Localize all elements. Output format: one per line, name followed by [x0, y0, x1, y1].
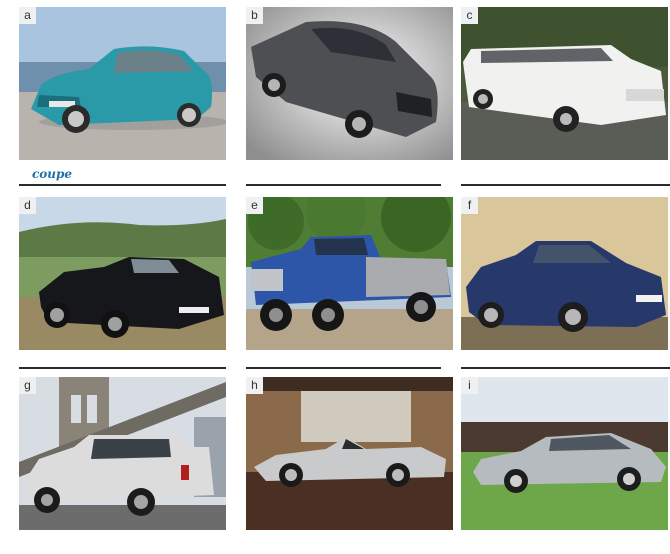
card-letter-b: b — [246, 7, 263, 24]
car-photo-d: d — [19, 197, 226, 350]
car-photo-e: e — [246, 197, 453, 350]
card-letter-g: g — [19, 377, 36, 394]
divider-row-2-col-2 — [246, 367, 441, 369]
divider-row-2-col-1 — [19, 367, 226, 369]
car-photo-c: c — [461, 7, 668, 160]
car-photo-h: h — [246, 377, 453, 530]
card-letter-f: f — [461, 197, 478, 214]
answer-label-a: coupe — [32, 167, 73, 181]
divider-row-2-col-3 — [461, 367, 670, 369]
card-letter-a: a — [19, 7, 36, 24]
car-photo-b: b — [246, 7, 453, 160]
divider-row-1-col-1 — [19, 184, 226, 186]
card-letter-h: h — [246, 377, 263, 394]
card-letter-c: c — [461, 7, 478, 24]
card-letter-i: i — [461, 377, 478, 394]
card-letter-d: d — [19, 197, 36, 214]
car-photo-f: f — [461, 197, 668, 350]
car-photo-a: a — [19, 7, 226, 160]
divider-row-1-col-2 — [246, 184, 441, 186]
car-photo-i: i — [461, 377, 668, 530]
divider-row-1-col-3 — [461, 184, 670, 186]
card-letter-e: e — [246, 197, 263, 214]
car-photo-g: g — [19, 377, 226, 530]
